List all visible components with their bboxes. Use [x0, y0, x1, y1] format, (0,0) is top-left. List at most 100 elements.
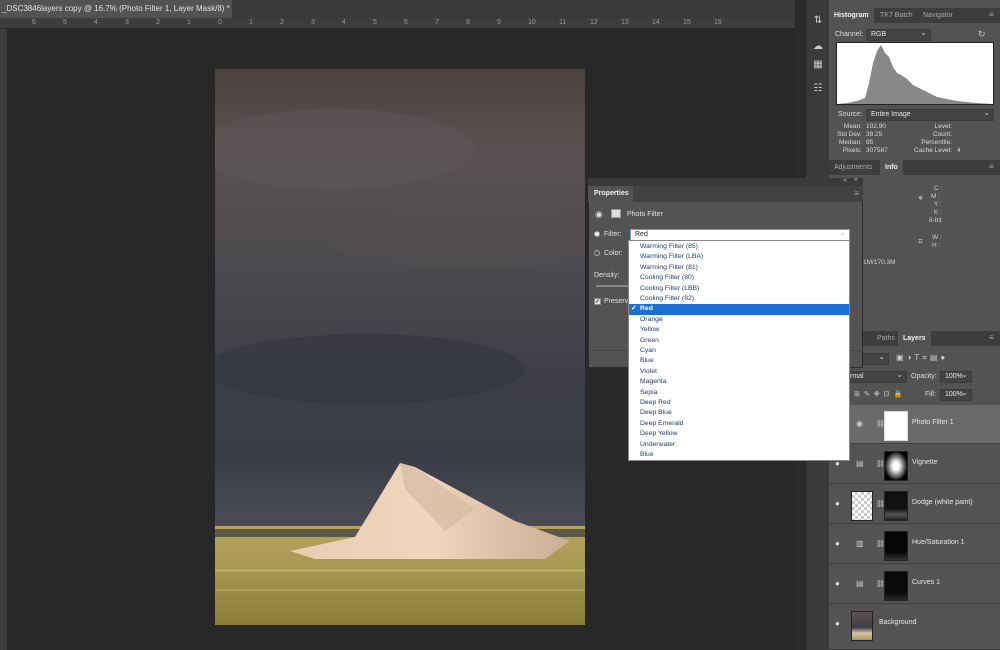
- filter-option[interactable]: Green: [629, 336, 849, 346]
- stat-median-value: 95: [866, 139, 874, 146]
- layer-mask-thumbnail[interactable]: [884, 571, 908, 601]
- density-slider[interactable]: [596, 285, 628, 287]
- ruler-tick-label: 1: [187, 19, 191, 26]
- info-w: W :: [932, 234, 942, 241]
- filter-option[interactable]: Warming Filter (81): [629, 263, 849, 273]
- panel-menu-icon[interactable]: ≡: [989, 163, 996, 171]
- eye-icon[interactable]: ●: [835, 499, 845, 508]
- tab-navigator[interactable]: Navigator: [918, 8, 958, 23]
- filter-dropdown-list[interactable]: Warming Filter (85) Warming Filter (LBA) W…: [628, 240, 850, 461]
- ruler-tick-label: 5: [373, 19, 377, 26]
- filter-option[interactable]: Cooling Filter (80): [629, 273, 849, 283]
- stat-stddev-value: 38.25: [866, 131, 883, 138]
- filter-option-label: Green: [640, 336, 659, 344]
- layer-row[interactable]: ● ▤ ⛓ Curves 1: [829, 565, 1000, 604]
- refresh-icon[interactable]: ↻: [978, 29, 986, 40]
- stat-pixels-label: Pixels:: [842, 147, 862, 154]
- filter-option[interactable]: Blue: [629, 356, 849, 366]
- swatch-icon[interactable]: ☁: [811, 40, 825, 53]
- filter-option[interactable]: Yellow: [629, 325, 849, 335]
- properties-panel-header[interactable]: « ×: [588, 177, 863, 186]
- filter-option[interactable]: ✓ Red: [629, 304, 849, 315]
- tab-adjustments[interactable]: Adjustments: [829, 160, 878, 175]
- tab-paths[interactable]: Paths: [872, 331, 900, 346]
- fill-label: Fill:: [925, 391, 936, 398]
- layer-row[interactable]: ● ▤ ⛓ Vignette: [829, 445, 1000, 484]
- ruler-vertical[interactable]: [0, 29, 7, 650]
- layer-mask-thumbnail[interactable]: [884, 491, 908, 521]
- layer-filter-select[interactable]: [863, 352, 889, 365]
- tab-properties[interactable]: Properties: [588, 186, 633, 202]
- layer-name: Photo Filter 1: [912, 419, 954, 426]
- ruler-tick-label: 14: [652, 19, 660, 26]
- filter-option[interactable]: Sepia: [629, 388, 849, 398]
- adjust-icon[interactable]: ⇅: [811, 14, 825, 27]
- filter-option-label: Red: [640, 305, 653, 313]
- layer-row[interactable]: ● ▥ ⛓ Hue/Saturation 1: [829, 525, 1000, 564]
- mask-icon[interactable]: [611, 209, 621, 218]
- color-radio[interactable]: [594, 250, 600, 256]
- lock-icons[interactable]: ⊞✎✥⊡🔒: [854, 390, 906, 398]
- eye-icon[interactable]: ●: [835, 619, 845, 628]
- preserve-checkbox[interactable]: ✓: [594, 298, 601, 305]
- blend-mode-select[interactable]: rmal: [845, 370, 907, 383]
- filter-label: Filter:: [604, 231, 622, 238]
- layer-comps-icon[interactable]: ☷: [811, 82, 825, 95]
- filter-option[interactable]: Deep Red: [629, 398, 849, 408]
- panel-menu-icon[interactable]: ≡: [854, 189, 859, 198]
- channel-select[interactable]: RGB: [866, 28, 931, 41]
- filter-option[interactable]: Deep Emerald: [629, 419, 849, 429]
- selection-size-icon: ⌗: [918, 236, 924, 246]
- filter-option[interactable]: Deep Blue: [629, 408, 849, 418]
- layer-thumbnail[interactable]: [851, 491, 873, 521]
- tab-histogram[interactable]: Histogram: [829, 8, 874, 23]
- info-c: C :: [934, 185, 943, 192]
- ruler-tick-label: 4: [94, 19, 98, 26]
- ruler-tick-label: 2: [280, 19, 284, 26]
- filter-option[interactable]: Cooling Filter (LBB): [629, 284, 849, 294]
- layer-row[interactable]: ◉ ⛓ Photo Filter 1: [829, 405, 1000, 444]
- tab-info[interactable]: Info: [880, 160, 903, 175]
- filter-option[interactable]: Violet: [629, 367, 849, 377]
- source-select[interactable]: Entire Image: [866, 108, 994, 121]
- tab-tk7-batch[interactable]: TK7 Batch: [875, 8, 918, 23]
- layer-filter-icons[interactable]: ▣◑T⌗▤●: [896, 353, 948, 363]
- layer-mask-thumbnail[interactable]: [884, 451, 908, 481]
- adjustment-icon: ▤: [856, 459, 864, 468]
- info-tab-bar: Adjustments Info ≡: [829, 160, 1000, 175]
- panel-menu-icon[interactable]: ≡: [989, 334, 996, 342]
- filter-option[interactable]: Orange: [629, 315, 849, 325]
- document-tab[interactable]: _DSC3846layers copy @ 16.7% (Photo Filte…: [0, 0, 238, 18]
- filter-option[interactable]: Magenta: [629, 377, 849, 387]
- filter-option[interactable]: Blue: [629, 450, 849, 460]
- grid-icon[interactable]: ▦: [811, 58, 825, 71]
- eye-icon[interactable]: ●: [835, 579, 845, 588]
- ruler-tick-label: 15: [683, 19, 691, 26]
- close-panel-icon[interactable]: ×: [854, 177, 858, 184]
- ruler-tick-label: 11: [559, 19, 567, 26]
- filter-option[interactable]: Cooling Filter (82): [629, 294, 849, 304]
- ruler-horizontal[interactable]: 6 5 4 3 2 1 0 1 2 3 4 5 6 7 8 9 10 11 12 13 14 15 16: [0, 18, 795, 29]
- filter-option[interactable]: Deep Yellow: [629, 429, 849, 439]
- filter-radio[interactable]: [594, 231, 600, 237]
- layer-mask-thumbnail[interactable]: [884, 531, 908, 561]
- eye-icon[interactable]: ●: [835, 539, 845, 548]
- filter-option[interactable]: Cyan: [629, 346, 849, 356]
- collapse-icon[interactable]: «: [843, 177, 847, 184]
- document-image[interactable]: [215, 69, 585, 625]
- layer-name: Curves 1: [912, 579, 941, 586]
- fill-input[interactable]: 100%: [940, 388, 972, 401]
- filter-option[interactable]: Warming Filter (LBA): [629, 252, 849, 262]
- layer-thumbnail[interactable]: [851, 611, 873, 641]
- stat-percentile-label: Percentile:: [921, 139, 952, 146]
- filter-option[interactable]: Underwater: [629, 440, 849, 450]
- layer-row[interactable]: ● Background: [829, 605, 1000, 650]
- filter-option-label: Violet: [640, 367, 657, 375]
- panel-menu-icon[interactable]: ≡: [989, 11, 996, 19]
- layer-mask-thumbnail[interactable]: [884, 411, 908, 441]
- tab-layers[interactable]: Layers: [898, 331, 931, 346]
- filter-option-label: Sepia: [640, 388, 658, 396]
- opacity-input[interactable]: 100%: [940, 370, 972, 383]
- filter-option[interactable]: Warming Filter (85): [629, 242, 849, 252]
- layer-row[interactable]: ● ⛓ Dodge (white paint): [829, 485, 1000, 524]
